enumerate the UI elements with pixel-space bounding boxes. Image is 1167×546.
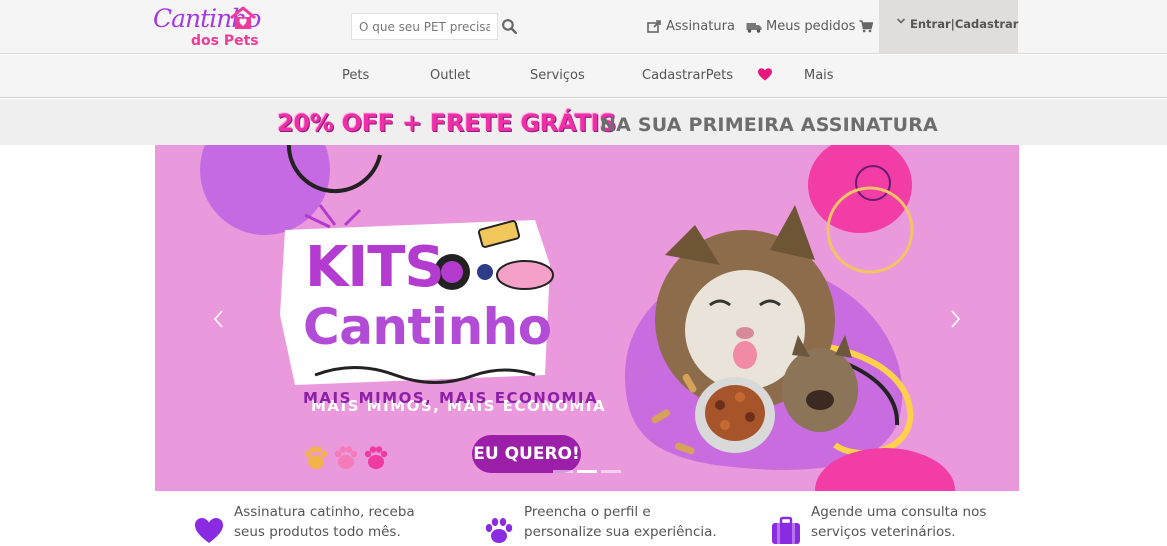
paws-decoration	[303, 445, 389, 471]
nav-item-pets[interactable]: Pets	[342, 68, 369, 83]
hero-carousel[interactable]: KITS Cantinho MAIS MIMOS, MAIS ECONOMIA …	[155, 145, 1019, 491]
login-register-label: Entrar|Cadastrar	[910, 17, 1019, 31]
carousel-indicators	[553, 470, 621, 473]
nav-item-outlet[interactable]: Outlet	[430, 68, 470, 83]
logo[interactable]: Cantinho dos Pets	[153, 4, 263, 50]
feature-profile-text: Preencha o perfil e personalize sua expe…	[524, 504, 717, 540]
carousel-next-icon[interactable]	[943, 305, 967, 333]
briefcase-icon	[772, 516, 800, 544]
orders-label: Meus pedidos	[766, 19, 856, 34]
heart-icon[interactable]	[758, 68, 772, 81]
paw-icon	[304, 446, 328, 469]
carousel-dot-1[interactable]	[553, 470, 573, 473]
subscription-link[interactable]: Assinatura	[647, 19, 735, 34]
paw-icon	[334, 446, 358, 469]
carousel-dot-3[interactable]	[601, 470, 621, 473]
house-heart-icon	[230, 6, 256, 29]
nav-item-mais[interactable]: Mais	[804, 68, 834, 83]
promo-banner[interactable]: 20% OFF + FRETE GRÁTIS NA SUA PRIMEIRA A…	[0, 99, 1167, 145]
hero-cta-button[interactable]: EU QUERO!	[472, 435, 581, 473]
nav-item-cadastrar-pets[interactable]: CadastrarPets	[642, 68, 733, 83]
paw-icon	[364, 446, 388, 469]
hero-tagline: MAIS MIMOS, MAIS ECONOMIA	[303, 389, 599, 407]
chevron-down-icon	[897, 18, 905, 24]
carousel-prev-icon[interactable]	[207, 305, 231, 333]
promo-highlight: 20% OFF + FRETE GRÁTIS	[277, 109, 617, 137]
search-box	[351, 13, 522, 40]
orders-link[interactable]: Meus pedidos	[746, 19, 855, 34]
feature-vet-text: Agende uma consulta nos serviços veterin…	[811, 504, 987, 540]
logo-sub-text: dos Pets	[191, 33, 259, 49]
nav-item-servicos[interactable]: Serviços	[530, 68, 585, 83]
hero-artwork	[200, 145, 955, 491]
subscription-label: Assinatura	[666, 19, 735, 34]
carousel-dot-2[interactable]	[577, 470, 597, 473]
feature-profile: Preencha o perfil e personalize sua expe…	[484, 502, 724, 546]
search-icon[interactable]	[501, 18, 518, 35]
login-register-button[interactable]: Entrar|Cadastrar	[879, 0, 1018, 54]
top-header: Cantinho dos Pets Assinatura Meus pedido…	[0, 0, 1167, 54]
external-link-icon	[647, 20, 661, 33]
truck-icon	[746, 22, 762, 33]
feature-subscription: Assinatura catinho, receba seus produtos…	[194, 502, 434, 546]
heart-icon	[195, 518, 223, 543]
search-input[interactable]	[351, 13, 498, 40]
feature-vet: Agende uma consulta nos serviços veterin…	[771, 502, 1011, 546]
cart-icon[interactable]	[859, 20, 873, 33]
promo-text: NA SUA PRIMEIRA ASSINATURA	[600, 114, 938, 136]
paw-icon	[485, 518, 513, 543]
feature-subscription-text: Assinatura catinho, receba seus produtos…	[234, 504, 415, 540]
main-nav: Pets Outlet Serviços CadastrarPets Mais	[0, 55, 1167, 98]
hero-title-cantinho: Cantinho	[303, 298, 552, 356]
hero-title-kits: KITS	[305, 235, 445, 300]
